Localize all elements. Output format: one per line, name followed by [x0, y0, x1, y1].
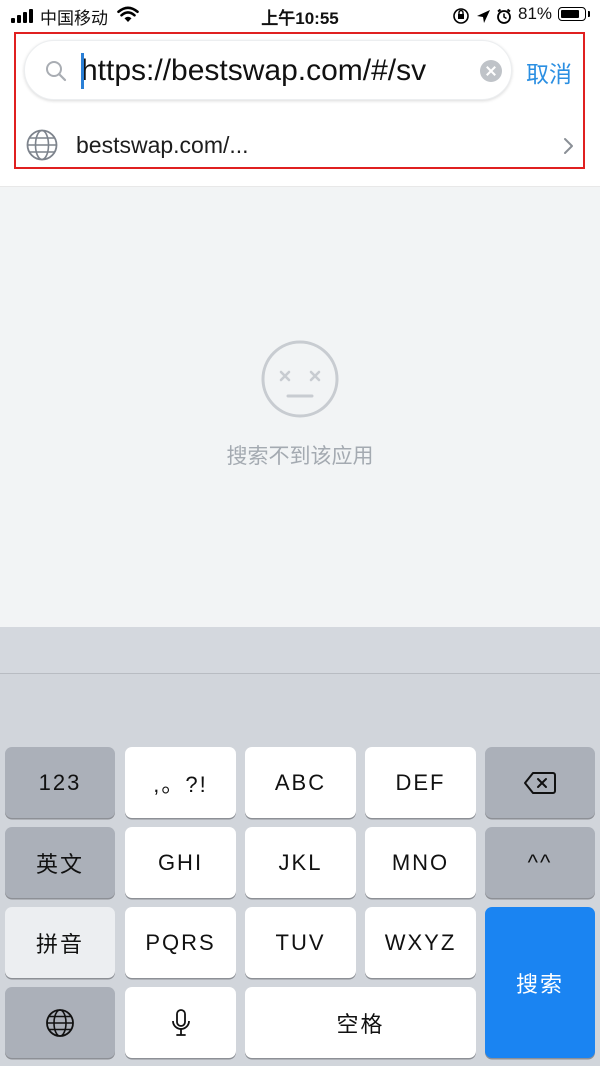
clear-icon[interactable] — [480, 60, 502, 82]
key-jkl[interactable]: JKL — [245, 827, 356, 898]
backspace-key[interactable] — [485, 747, 595, 818]
keyboard-candidate-bar — [0, 627, 600, 674]
text-cursor — [81, 53, 84, 89]
key-emoticon[interactable]: ^^ — [485, 827, 595, 898]
search-key[interactable]: 搜索 — [485, 907, 595, 1058]
key-wxyz[interactable]: WXYZ — [365, 907, 476, 978]
search-header: 取消 bestswap.com/... — [0, 30, 600, 187]
key-def[interactable]: DEF — [365, 747, 476, 818]
microphone-key[interactable] — [125, 987, 236, 1058]
key-tuv[interactable]: TUV — [245, 907, 356, 978]
neutral-face-icon — [261, 340, 339, 418]
battery-fill — [561, 10, 579, 18]
key-abc[interactable]: ABC — [245, 747, 356, 818]
alarm-icon — [497, 8, 511, 24]
key-punctuation[interactable]: ,。?! — [125, 747, 236, 818]
search-icon — [46, 61, 67, 82]
globe-icon — [46, 1008, 74, 1037]
battery-percent: 81% — [518, 4, 553, 23]
key-mno[interactable]: MNO — [365, 827, 476, 898]
keyboard: 123 ,。?! ABC DEF 英文 GHI JKL MNO ^^ 拼音 PQ… — [0, 674, 600, 1066]
battery-icon — [558, 7, 590, 21]
backspace-icon — [524, 771, 556, 794]
status-bar: 中国移动 上午10:55 81% — [0, 0, 600, 30]
chevron-right-icon — [564, 138, 573, 154]
key-123[interactable]: 123 — [5, 747, 115, 818]
empty-state-message: 搜索不到该应用 — [226, 445, 374, 468]
suggestion-text: bestswap.com/... — [76, 132, 249, 158]
orientation-lock-icon — [453, 8, 469, 24]
globe-key[interactable] — [5, 987, 115, 1058]
location-icon — [477, 10, 490, 23]
suggestion-item[interactable]: bestswap.com/... — [0, 112, 600, 182]
search-box[interactable] — [24, 40, 512, 100]
key-pinyin[interactable]: 拼音 — [5, 907, 115, 978]
key-ghi[interactable]: GHI — [125, 827, 236, 898]
cancel-button[interactable]: 取消 — [526, 55, 572, 89]
key-pqrs[interactable]: PQRS — [125, 907, 236, 978]
url-search-input[interactable] — [81, 47, 463, 95]
globe-icon — [26, 129, 58, 161]
key-english[interactable]: 英文 — [5, 827, 115, 898]
space-key[interactable]: 空格 — [245, 987, 476, 1058]
microphone-icon — [171, 1008, 190, 1036]
status-icons — [453, 8, 511, 24]
